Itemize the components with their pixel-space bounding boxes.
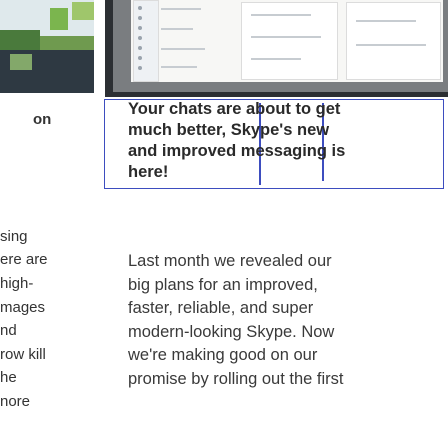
left-column-line: sing <box>0 228 28 245</box>
left-column-line: row kill <box>0 346 46 363</box>
left-column-line: mages <box>0 299 46 316</box>
skype-monitor-image <box>105 0 448 97</box>
skype-screen <box>131 0 443 82</box>
summary-line: promise by rolling out the first <box>128 369 344 388</box>
left-column-line: he <box>0 369 17 386</box>
left-column-heading-fragment: on <box>33 111 52 128</box>
heading-line: here! <box>128 163 169 181</box>
left-column-line: nd <box>0 322 17 339</box>
summary-line: faster, reliable, and super <box>128 299 314 318</box>
article-summary: Last month we revealed our big plans for… <box>128 250 443 392</box>
summary-line: Last month we revealed our <box>128 252 332 270</box>
article-heading-link[interactable]: Your chats are about to get much better,… <box>128 99 446 183</box>
summary-line: big plans for an improved, <box>128 275 318 294</box>
summary-line: we're making good on our <box>128 346 318 365</box>
left-column-excerpt: on sing ere are high- mages nd row kill … <box>0 0 96 448</box>
heading-line: much better, Skype's new <box>128 121 330 139</box>
left-column-line: ere are <box>0 251 48 268</box>
left-column-line: nore <box>0 393 31 410</box>
left-column-line: high- <box>0 275 34 292</box>
heading-line: Your chats are about to get <box>128 100 341 118</box>
heading-line: and improved messaging is <box>128 142 346 160</box>
monitor-frame <box>113 0 448 92</box>
summary-line: modern-looking Skype. Now <box>128 322 335 341</box>
